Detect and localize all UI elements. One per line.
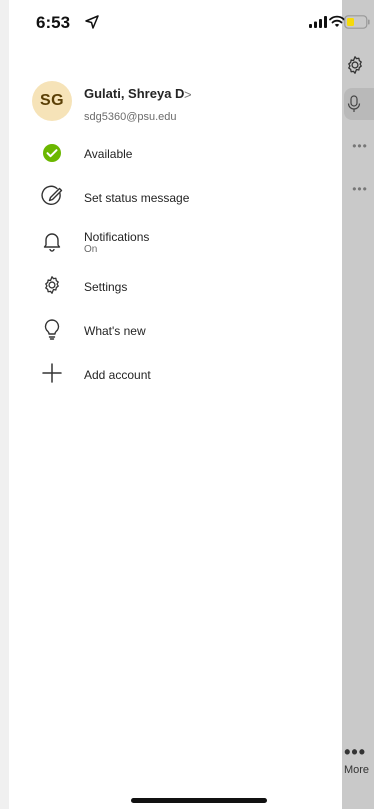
menu-item-label: Add account [84,368,151,382]
account-drawer: SG Gulati, Shreya D > sdg5360@psu.edu Av… [9,0,342,809]
microphone-icon[interactable] [346,95,362,113]
more-tab-label[interactable]: More [344,764,369,776]
gear-icon[interactable] [344,54,366,76]
profile-name[interactable]: Gulati, Shreya D [84,86,184,101]
menu-item-label: Available [84,147,133,161]
background-app: ••• ••• ••• More [342,0,374,809]
chevron-right-icon[interactable]: > [184,87,192,102]
location-arrow-icon [85,15,99,29]
menu-item-add-account[interactable]: Add account [9,354,342,394]
more-options-icon[interactable]: ••• [348,140,372,152]
available-check-icon [43,144,61,162]
more-options-icon[interactable]: ••• [348,183,372,195]
search-bar[interactable] [344,88,374,120]
gear-icon [45,276,59,294]
status-bar: 6:53 [0,0,374,44]
menu-item-whats-new[interactable]: What's new [9,310,342,350]
menu-item-label: Set status message [84,191,190,205]
profile-email: sdg5360@psu.edu [84,111,177,123]
notifications-state: On [84,244,98,255]
menu-item-label: Notifications [84,230,150,244]
menu-item-label: Settings [84,280,128,294]
menu-item-status-message[interactable]: Set status message [9,177,342,217]
menu-item-label: What's new [84,324,146,338]
home-indicator[interactable] [131,798,267,803]
wifi-icon [329,15,345,27]
bell-icon [43,233,61,252]
lightbulb-icon [44,319,60,340]
avatar[interactable]: SG [32,81,72,121]
cellular-signal-icon [309,16,327,28]
battery-icon [344,15,370,29]
avatar-initials: SG [39,92,65,109]
edit-status-icon [41,185,63,205]
menu-item-available[interactable]: Available [9,134,342,174]
more-icon[interactable]: ••• [344,742,366,763]
menu-item-settings[interactable]: Settings [9,266,342,306]
plus-icon [42,363,62,383]
status-time: 6:53 [36,13,71,32]
menu-item-notifications[interactable]: Notifications On [9,220,342,260]
